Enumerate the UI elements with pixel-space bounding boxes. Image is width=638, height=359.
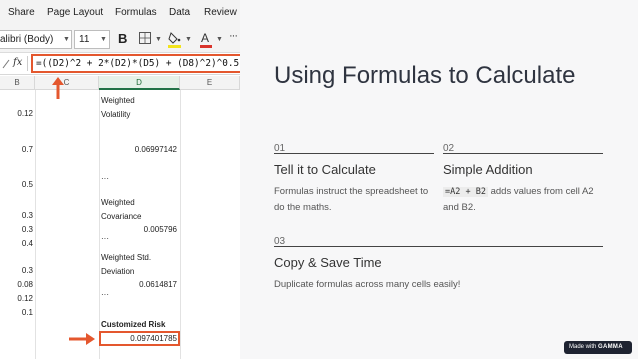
formula-bar: fx =((D2)^2 + 2*(D2)*(D5) + (D8)^2)^0.5 xyxy=(0,53,240,75)
arrow-up-icon xyxy=(52,77,64,99)
cell-d-value[interactable]: 0.0614817 xyxy=(99,280,177,289)
chevron-down-icon[interactable]: ▼ xyxy=(185,36,192,43)
fx-icon[interactable]: fx xyxy=(13,57,22,68)
formula-divider xyxy=(27,56,28,71)
menu-share[interactable]: Share xyxy=(8,7,35,18)
menu-bar: Share Page Layout Formulas Data Review xyxy=(0,0,240,26)
cell-d-label[interactable]: Covariance xyxy=(101,212,141,221)
chevron-down-icon[interactable]: ▼ xyxy=(100,36,107,43)
ribbon-toolbar: alibri (Body) ▼ 11 ▼ B ▼ ▼ A ▼ ··· xyxy=(0,26,240,53)
cell-d-label[interactable]: Volatility xyxy=(101,110,130,119)
divider-line xyxy=(274,153,434,154)
cell-b[interactable]: 0.12 xyxy=(0,109,33,118)
cell-d-label[interactable]: Deviation xyxy=(101,267,134,276)
made-with-gamma-badge[interactable]: Made with GAMMA xyxy=(564,341,632,354)
cell-d-ellipsis[interactable]: ··· xyxy=(101,234,109,243)
divider-line xyxy=(274,246,603,247)
svg-text:A: A xyxy=(201,31,209,45)
cell-d-ellipsis[interactable]: ··· xyxy=(101,174,109,183)
cell-b[interactable]: 0.1 xyxy=(0,308,33,317)
font-name-value: alibri (Body) xyxy=(0,34,54,45)
font-name-select[interactable]: alibri (Body) xyxy=(0,30,72,49)
cell-b[interactable]: 0.08 xyxy=(0,280,33,289)
menu-formulas[interactable]: Formulas xyxy=(115,7,157,18)
item-heading-03: Copy & Save Time xyxy=(274,255,382,270)
cell-d-label[interactable]: Weighted xyxy=(101,96,135,105)
slide-title: Using Formulas to Calculate xyxy=(274,62,576,89)
column-header-b[interactable]: B xyxy=(0,76,35,90)
more-options-icon[interactable]: ··· xyxy=(229,30,238,42)
grid-line xyxy=(35,90,36,359)
column-header-d[interactable]: D xyxy=(99,76,180,90)
cell-b[interactable]: 0.12 xyxy=(0,294,33,303)
font-size-value: 11 xyxy=(79,34,90,45)
divider-line xyxy=(443,153,603,154)
badge-brand: GAMMA xyxy=(598,344,623,350)
item-text-02: =A2 + B2 adds values from cell A2 and B2… xyxy=(443,184,608,216)
chevron-down-icon[interactable]: ▼ xyxy=(155,36,162,43)
cell-d-customized-risk-label[interactable]: Customized Risk xyxy=(101,320,165,329)
item-heading-02: Simple Addition xyxy=(443,162,533,177)
fill-color-icon[interactable] xyxy=(167,30,182,48)
cell-b[interactable]: 0.3 xyxy=(0,266,33,275)
item-heading-01: Tell it to Calculate xyxy=(274,162,376,177)
cell-b[interactable]: 0.7 xyxy=(0,145,33,154)
cell-d-customized-risk-value[interactable]: 0.097401785 xyxy=(99,334,177,343)
formula-input[interactable]: =((D2)^2 + 2*(D2)*(D5) + (D8)^2)^0.5 xyxy=(31,54,240,73)
grid-line xyxy=(180,90,181,359)
borders-icon[interactable] xyxy=(138,30,152,46)
cell-d-value[interactable]: 0.06997142 xyxy=(99,145,177,154)
cell-b[interactable]: 0.5 xyxy=(0,180,33,189)
cell-b[interactable]: 0.3 xyxy=(0,225,33,234)
column-header-c[interactable]: C xyxy=(35,76,99,90)
menu-page-layout[interactable]: Page Layout xyxy=(47,7,103,18)
cell-d-label[interactable]: Weighted xyxy=(101,198,135,207)
cancel-edit-icon[interactable] xyxy=(2,59,10,69)
cell-d-label[interactable]: Weighted Std. xyxy=(101,253,151,262)
badge-prefix: Made with xyxy=(569,344,597,350)
chevron-down-icon[interactable]: ▼ xyxy=(63,36,70,43)
excel-window: Share Page Layout Formulas Data Review a… xyxy=(0,0,240,359)
cell-d-value[interactable]: 0.005796 xyxy=(99,225,177,234)
cell-d-ellipsis[interactable]: ··· xyxy=(101,290,109,299)
arrow-right-icon xyxy=(69,333,95,345)
menu-review[interactable]: Review xyxy=(204,7,237,18)
column-header-e[interactable]: E xyxy=(180,76,240,90)
cell-b[interactable]: 0.4 xyxy=(0,239,33,248)
bold-button[interactable]: B xyxy=(118,31,127,46)
item-text-03: Duplicate formulas across many cells eas… xyxy=(274,279,461,290)
item-text-01: Formulas instruct the spreadsheet to do … xyxy=(274,186,429,213)
chevron-down-icon[interactable]: ▼ xyxy=(216,36,223,43)
menu-data[interactable]: Data xyxy=(169,7,190,18)
item-code-02: =A2 + B2 xyxy=(443,187,488,197)
cell-b[interactable]: 0.3 xyxy=(0,211,33,220)
font-color-icon[interactable]: A xyxy=(199,30,213,48)
